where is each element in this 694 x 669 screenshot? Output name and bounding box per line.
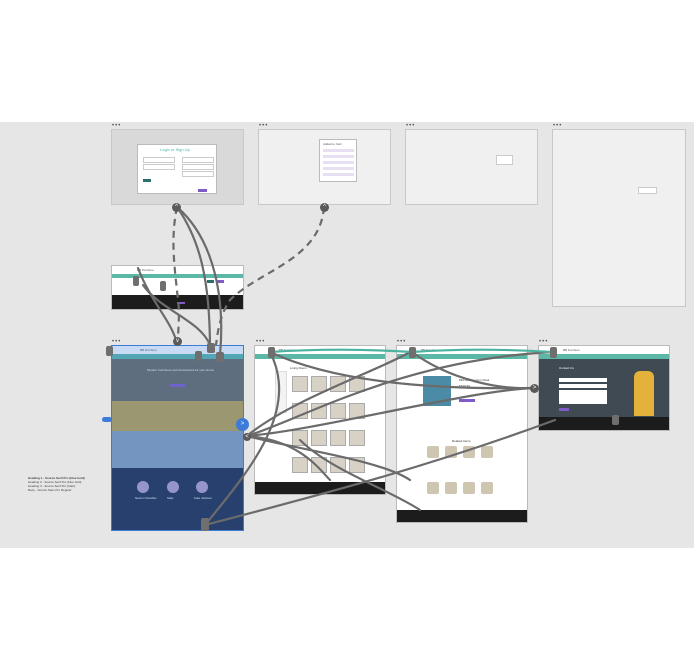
wire xyxy=(175,205,223,357)
connector-next-icon[interactable]: > xyxy=(530,384,539,393)
hotspot-handle[interactable] xyxy=(201,518,209,531)
wire xyxy=(245,386,537,438)
wire-teal xyxy=(411,348,553,354)
hotspot-handle[interactable] xyxy=(195,351,202,361)
connector-prev-icon[interactable]: < xyxy=(243,433,251,441)
connector-up-icon[interactable]: ^ xyxy=(172,203,181,212)
wire xyxy=(136,266,178,342)
prototype-wires xyxy=(136,205,557,527)
wire xyxy=(175,205,212,352)
hotspot-handle[interactable] xyxy=(133,276,139,286)
wire-dashed xyxy=(214,206,326,346)
hotspot-handle[interactable] xyxy=(207,343,215,353)
hotspot-handle[interactable] xyxy=(160,281,166,291)
style-notes: Heading 1 - Source Serif Pro (blue bold)… xyxy=(28,476,85,492)
wire xyxy=(245,434,412,482)
wire-dashed xyxy=(172,206,180,341)
note-body: Body - Source Sans Pro Regular xyxy=(28,488,72,492)
wire-teal xyxy=(269,348,413,354)
hotspot-handle[interactable] xyxy=(268,347,275,358)
wire xyxy=(245,434,332,482)
connector-down-icon[interactable]: v xyxy=(173,337,182,346)
hotspot-handle[interactable] xyxy=(409,347,416,358)
hotspot-handle[interactable] xyxy=(550,347,557,358)
connector-next-icon[interactable]: > xyxy=(236,418,249,431)
connector-up-icon[interactable]: ^ xyxy=(320,203,329,212)
hotspot-handle[interactable] xyxy=(106,346,113,356)
wire xyxy=(245,350,554,438)
hotspot-handle[interactable] xyxy=(612,415,619,425)
hotspot-handle[interactable] xyxy=(216,352,224,362)
